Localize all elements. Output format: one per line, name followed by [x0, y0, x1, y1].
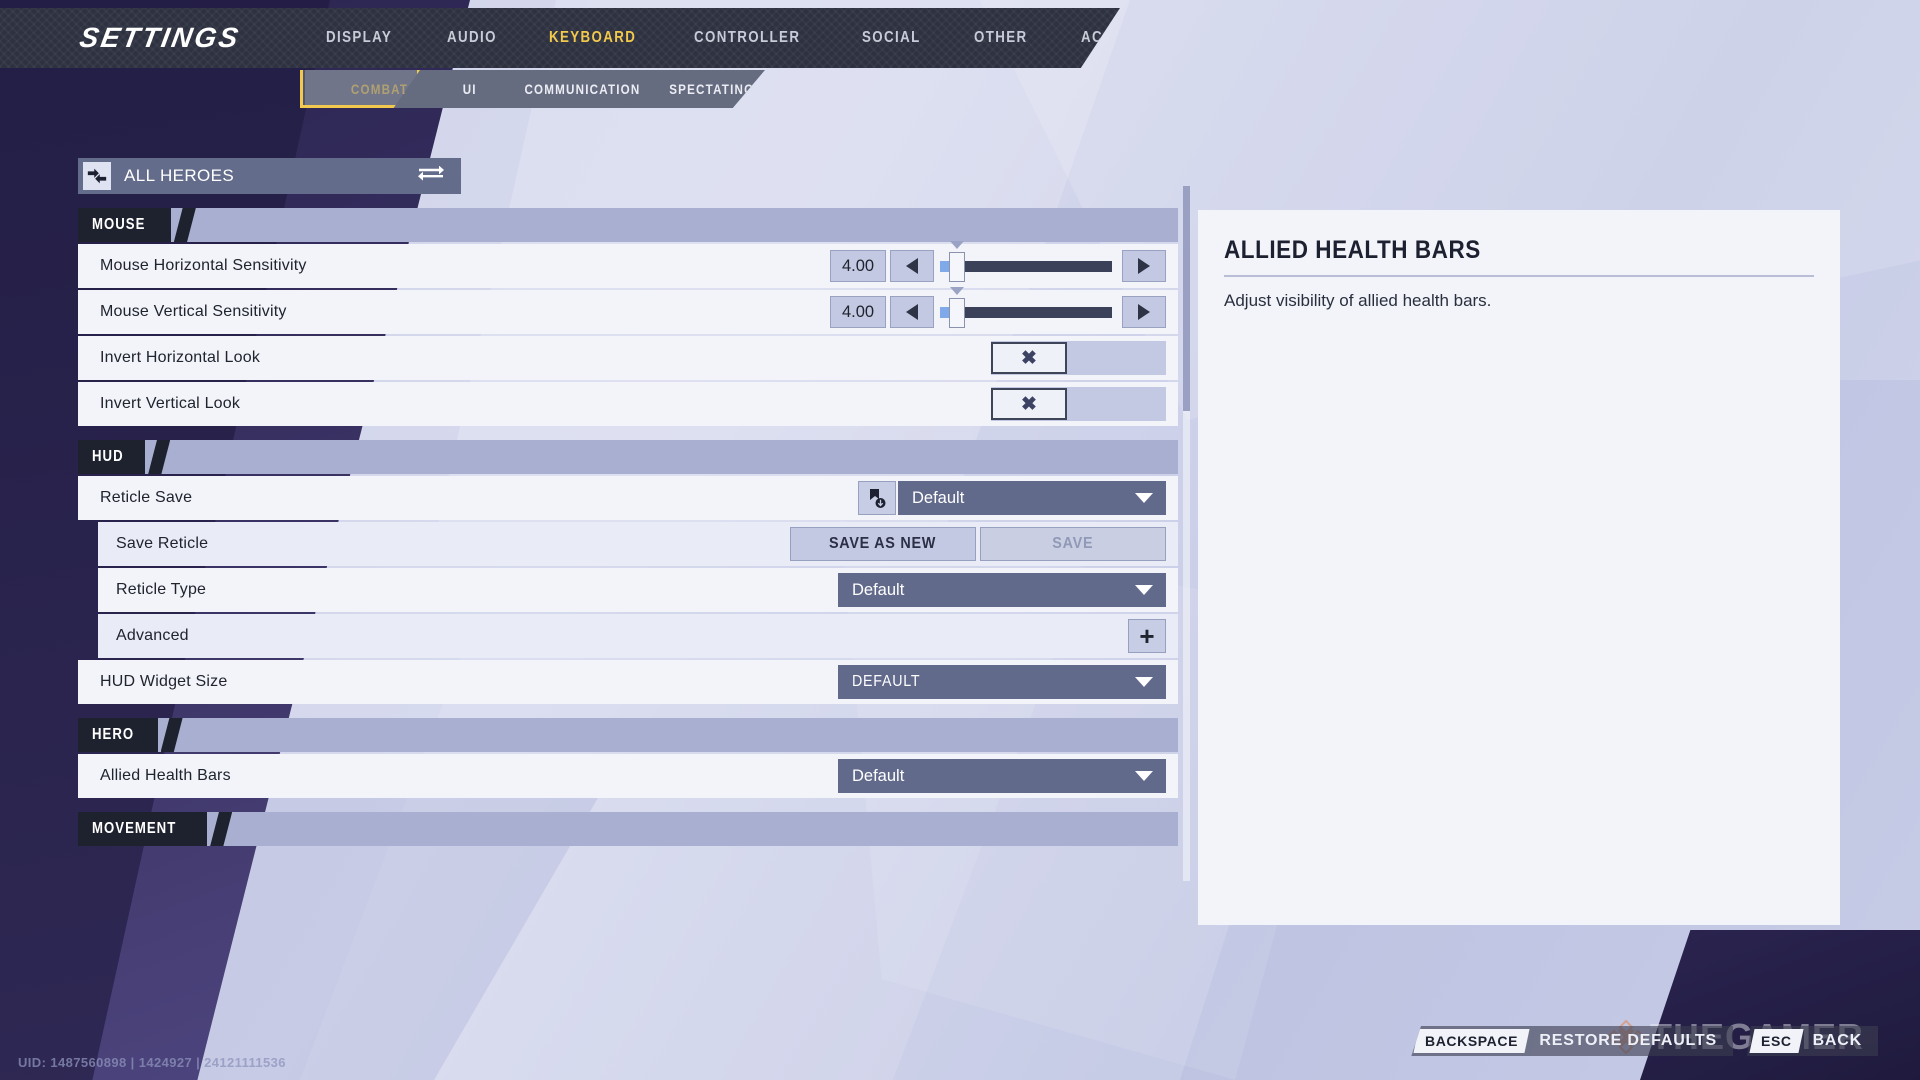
- subtab-spectating[interactable]: SPECTATING: [667, 82, 758, 97]
- setting-row-mouse-vertical-sensitivity[interactable]: Mouse Vertical Sensitivity 4.00: [78, 287, 1178, 334]
- hero-selector[interactable]: ALL HEROES: [78, 158, 461, 194]
- setting-row-invert-horizontal-look[interactable]: Invert Horizontal Look ✖: [78, 336, 1178, 380]
- all-heroes-icon: [83, 162, 111, 190]
- increment-button-mouse-horizontal[interactable]: [1122, 250, 1166, 282]
- checkbox-invert-vertical[interactable]: ✖: [991, 388, 1067, 420]
- slider-track: [940, 261, 1112, 272]
- key-backspace: BACKSPACE: [1413, 1029, 1530, 1053]
- subtab-ui[interactable]: UI: [457, 82, 482, 97]
- setting-label: Allied Health Bars: [100, 767, 231, 784]
- settings-list-panel: ALL HEROES MOUSE Mouse Horizontal Sensit…: [78, 158, 1190, 918]
- dropdown-reticle-type[interactable]: Default: [838, 573, 1166, 607]
- slider-caret-icon: [950, 287, 964, 295]
- setting-row-invert-vertical-look[interactable]: Invert Vertical Look ✖: [78, 382, 1178, 426]
- scrollbar-thumb[interactable]: [1183, 186, 1190, 411]
- checkbox-wrapper-invert-horizontal[interactable]: ✖: [991, 341, 1166, 375]
- description-text: Adjust visibility of allied health bars.: [1224, 291, 1492, 310]
- uid-text: UID: 1487560898 | 1424927 | 24121111536: [18, 1055, 286, 1070]
- tab-social[interactable]: SOCIAL: [862, 29, 921, 47]
- plus-icon[interactable]: +: [1128, 619, 1166, 653]
- increment-button-mouse-vertical[interactable]: [1122, 296, 1166, 328]
- setting-row-reticle-save[interactable]: Reticle Save Default: [78, 476, 1178, 520]
- hint-restore-defaults[interactable]: BACKSPACE RESTORE DEFAULTS: [1411, 1026, 1733, 1056]
- setting-row-hud-widget-size[interactable]: HUD Widget Size DEFAULT: [78, 660, 1178, 704]
- setting-row-allied-health-bars[interactable]: Allied Health Bars Default: [78, 754, 1178, 798]
- setting-label: Mouse Vertical Sensitivity: [100, 303, 287, 320]
- setting-label: HUD Widget Size: [100, 673, 228, 690]
- setting-label: Invert Horizontal Look: [100, 349, 261, 366]
- setting-row-mouse-horizontal-sensitivity[interactable]: Mouse Horizontal Sensitivity 4.00: [78, 241, 1178, 288]
- slider-knob[interactable]: [949, 252, 965, 282]
- settings-top-nav: SETTINGS DISPLAY AUDIO KEYBOARD CONTROLL…: [0, 8, 1120, 68]
- footer-hints: BACKSPACE RESTORE DEFAULTS ESC BACK: [1411, 1026, 1878, 1056]
- description-title: ALLIED HEALTH BARS: [1224, 236, 1481, 264]
- section-title-movement: MOVEMENT: [92, 820, 177, 837]
- section-title-mouse: MOUSE: [92, 216, 146, 233]
- chevron-down-icon: [1135, 493, 1153, 503]
- value-display-mouse-vertical[interactable]: 4.00: [830, 296, 886, 328]
- key-esc: ESC: [1749, 1029, 1804, 1053]
- page-title: SETTINGS: [77, 22, 243, 53]
- section-slash: [160, 718, 183, 752]
- save-as-new-button[interactable]: SAVE AS NEW: [790, 527, 976, 561]
- subtab-communication[interactable]: COMMUNICATION: [524, 82, 640, 97]
- dropdown-value: DEFAULT: [852, 673, 921, 690]
- tab-display[interactable]: DISPLAY: [326, 29, 392, 47]
- section-slash: [173, 208, 196, 242]
- dropdown-allied-health-bars[interactable]: Default: [838, 759, 1166, 793]
- value-display-mouse-horizontal[interactable]: 4.00: [830, 250, 886, 282]
- chevron-down-icon: [1135, 771, 1153, 781]
- hero-selector-label: ALL HEROES: [124, 166, 235, 185]
- tab-audio[interactable]: AUDIO: [447, 29, 497, 47]
- section-header-hud: HUD: [78, 440, 1178, 474]
- slider-caret-icon: [950, 241, 964, 249]
- section-header-hero: HERO: [78, 718, 1178, 752]
- setting-row-save-reticle[interactable]: Save Reticle SAVE AS NEW SAVE: [98, 522, 1178, 566]
- setting-label: Reticle Type: [116, 581, 207, 598]
- dropdown-value: Default: [852, 766, 905, 785]
- slider-knob[interactable]: [949, 298, 965, 328]
- setting-description-panel: ALLIED HEALTH BARS Adjust visibility of …: [1198, 210, 1840, 925]
- chevron-down-icon: [1135, 677, 1153, 687]
- hint-label-back: BACK: [1812, 1032, 1862, 1049]
- tab-keyboard[interactable]: KEYBOARD: [549, 29, 636, 47]
- dropdown-reticle-save[interactable]: Default: [898, 481, 1166, 515]
- dropdown-hud-widget-size[interactable]: DEFAULT: [838, 665, 1166, 699]
- setting-row-reticle-type[interactable]: Reticle Type Default: [98, 568, 1178, 612]
- setting-row-advanced[interactable]: Advanced +: [98, 614, 1178, 658]
- setting-label: Advanced: [116, 627, 189, 644]
- hint-label-restore-defaults: RESTORE DEFAULTS: [1539, 1032, 1717, 1049]
- checkbox-invert-horizontal[interactable]: ✖: [991, 342, 1067, 374]
- checkbox-wrapper-invert-vertical[interactable]: ✖: [991, 387, 1166, 421]
- section-slash: [210, 812, 233, 846]
- tab-other[interactable]: OTHER: [974, 29, 1028, 47]
- decrement-button-mouse-vertical[interactable]: [890, 296, 934, 328]
- setting-label: Reticle Save: [100, 489, 193, 506]
- dropdown-value: Default: [852, 580, 905, 599]
- section-slash: [148, 440, 171, 474]
- section-header-movement: MOVEMENT: [78, 812, 1178, 846]
- swap-arrows-icon[interactable]: [417, 166, 445, 186]
- dropdown-value: Default: [912, 488, 965, 507]
- section-title-hero: HERO: [92, 726, 135, 743]
- slider-track: [940, 307, 1112, 318]
- hint-back[interactable]: ESC BACK: [1746, 1026, 1878, 1056]
- description-divider: [1224, 275, 1814, 277]
- section-title-hud: HUD: [92, 448, 124, 465]
- checkmark-icon: ✖: [1021, 347, 1037, 369]
- decrement-button-mouse-horizontal[interactable]: [890, 250, 934, 282]
- section-header-mouse: MOUSE: [78, 208, 1178, 242]
- save-button[interactable]: SAVE: [980, 527, 1166, 561]
- setting-label: Invert Vertical Look: [100, 395, 241, 412]
- slider-mouse-horizontal[interactable]: [940, 241, 1112, 282]
- checkmark-icon: ✖: [1021, 393, 1037, 415]
- reticle-save-icon[interactable]: [858, 481, 896, 515]
- slider-mouse-vertical[interactable]: [940, 287, 1112, 328]
- setting-label: Save Reticle: [116, 535, 209, 552]
- settings-scrollbar[interactable]: [1183, 186, 1190, 881]
- tab-controller[interactable]: CONTROLLER: [694, 29, 800, 47]
- chevron-down-icon: [1135, 585, 1153, 595]
- setting-label: Mouse Horizontal Sensitivity: [100, 257, 307, 274]
